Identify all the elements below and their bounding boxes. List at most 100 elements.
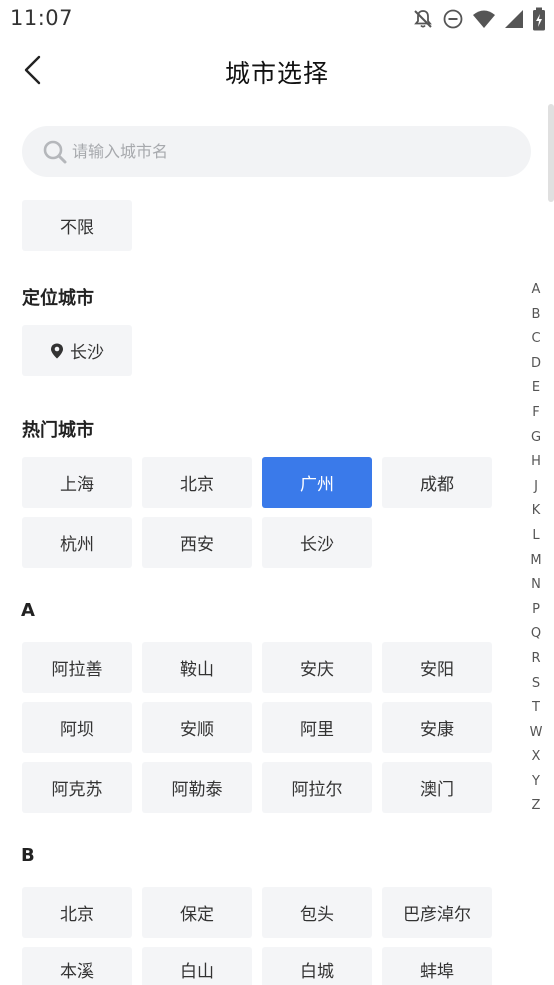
index-letter-c[interactable]: C — [525, 327, 547, 352]
city-chip[interactable]: 安顺 — [142, 702, 252, 753]
city-chip[interactable]: 阿里 — [262, 702, 372, 753]
index-letter-d[interactable]: D — [525, 352, 547, 377]
status-time: 11:07 — [10, 6, 74, 30]
index-letter-f[interactable]: F — [525, 401, 547, 426]
location-pin-icon — [50, 343, 64, 359]
group-letter-a: A — [21, 600, 35, 621]
index-letter-h[interactable]: H — [525, 450, 547, 475]
hot-city-chip[interactable]: 成都 — [382, 457, 492, 508]
chip-label: 白城 — [300, 962, 334, 982]
chip-label: 上海 — [60, 475, 94, 495]
city-chip[interactable]: 阿勒泰 — [142, 762, 252, 813]
battery-charging-icon — [532, 7, 546, 31]
chip-label: 成都 — [420, 475, 454, 495]
index-letter-q[interactable]: Q — [525, 622, 547, 647]
scroll-indicator[interactable] — [548, 104, 554, 202]
index-letter-p[interactable]: P — [525, 598, 547, 623]
chip-label: 阿里 — [300, 720, 334, 740]
chip-label: 蚌埠 — [420, 962, 454, 982]
wifi-icon — [472, 8, 496, 30]
city-chip[interactable]: 白城 — [262, 947, 372, 985]
index-letter-t[interactable]: T — [525, 696, 547, 721]
index-letter-y[interactable]: Y — [525, 770, 547, 795]
chip-label: 广州 — [300, 475, 334, 495]
search-icon — [42, 139, 68, 165]
index-letter-a[interactable]: A — [525, 278, 547, 303]
index-letter-z[interactable]: Z — [525, 794, 547, 819]
chip-label: 安庆 — [300, 660, 334, 680]
chip-label: 阿拉善 — [51, 660, 103, 680]
chip-label: 巴彦淖尔 — [403, 905, 471, 925]
alphabet-index[interactable]: A B C D E F G H J K L M N P Q R S T W X … — [525, 278, 547, 819]
chip-label: 阿拉尔 — [291, 780, 343, 800]
city-chip[interactable]: 阿克苏 — [22, 762, 132, 813]
status-bar: 11:07 — [0, 0, 554, 38]
index-letter-w[interactable]: W — [525, 721, 547, 746]
hot-city-chip[interactable]: 杭州 — [22, 517, 132, 568]
chip-label: 鞍山 — [180, 660, 214, 680]
hot-city-chip[interactable]: 长沙 — [262, 517, 372, 568]
city-chip[interactable]: 安康 — [382, 702, 492, 753]
search-input[interactable] — [72, 126, 512, 177]
index-letter-j[interactable]: J — [525, 475, 547, 500]
chip-label: 长沙 — [300, 535, 334, 555]
index-letter-k[interactable]: K — [525, 499, 547, 524]
city-chip[interactable]: 包头 — [262, 887, 372, 938]
city-chip[interactable]: 安阳 — [382, 642, 492, 693]
chip-label: 安康 — [420, 720, 454, 740]
status-icons — [412, 7, 546, 31]
chip-label: 北京 — [180, 475, 214, 495]
index-letter-l[interactable]: L — [525, 524, 547, 549]
chip-label: 北京 — [60, 905, 94, 925]
chip-label: 西安 — [180, 535, 214, 555]
chip-label: 本溪 — [60, 962, 94, 982]
do-not-disturb-icon — [442, 8, 464, 30]
page-title: 城市选择 — [224, 59, 329, 88]
city-chip[interactable]: 蚌埠 — [382, 947, 492, 985]
chip-label: 阿坝 — [60, 720, 94, 740]
index-letter-n[interactable]: N — [525, 573, 547, 598]
bell-off-icon — [412, 8, 434, 30]
chip-label: 澳门 — [420, 780, 454, 800]
signal-icon — [504, 9, 524, 29]
chip-label: 保定 — [180, 905, 214, 925]
chip-label: 不限 — [60, 218, 94, 238]
city-chip[interactable]: 本溪 — [22, 947, 132, 985]
hot-city-chip[interactable]: 北京 — [142, 457, 252, 508]
city-chip[interactable]: 保定 — [142, 887, 252, 938]
index-letter-s[interactable]: S — [525, 672, 547, 697]
unlimited-chip[interactable]: 不限 — [22, 200, 132, 251]
index-letter-b[interactable]: B — [525, 303, 547, 328]
location-city-chip[interactable]: 长沙 — [22, 325, 132, 376]
city-chip[interactable]: 阿拉尔 — [262, 762, 372, 813]
nav-bar: 城市选择 — [0, 42, 554, 98]
chip-label: 安顺 — [180, 720, 214, 740]
group-letter-b: B — [21, 845, 35, 866]
index-letter-g[interactable]: G — [525, 426, 547, 451]
hot-city-chip[interactable]: 西安 — [142, 517, 252, 568]
index-letter-x[interactable]: X — [525, 745, 547, 770]
chip-label: 阿勒泰 — [171, 780, 223, 800]
city-chip[interactable]: 澳门 — [382, 762, 492, 813]
city-chip[interactable]: 阿坝 — [22, 702, 132, 753]
city-chip[interactable]: 巴彦淖尔 — [382, 887, 492, 938]
index-letter-r[interactable]: R — [525, 647, 547, 672]
location-section-title: 定位城市 — [22, 288, 94, 309]
hot-city-chip-selected[interactable]: 广州 — [262, 457, 372, 508]
chip-label: 长沙 — [70, 343, 104, 363]
chip-label: 包头 — [300, 905, 334, 925]
hot-section-title: 热门城市 — [22, 420, 94, 441]
index-letter-e[interactable]: E — [525, 376, 547, 401]
chip-label: 白山 — [180, 962, 214, 982]
city-chip[interactable]: 白山 — [142, 947, 252, 985]
hot-city-chip[interactable]: 上海 — [22, 457, 132, 508]
index-letter-m[interactable]: M — [525, 549, 547, 574]
chip-label: 阿克苏 — [51, 780, 103, 800]
city-chip[interactable]: 北京 — [22, 887, 132, 938]
chip-label: 杭州 — [60, 535, 94, 555]
city-chip[interactable]: 鞍山 — [142, 642, 252, 693]
search-box[interactable] — [22, 126, 531, 177]
city-chip[interactable]: 安庆 — [262, 642, 372, 693]
chip-label: 安阳 — [420, 660, 454, 680]
city-chip[interactable]: 阿拉善 — [22, 642, 132, 693]
